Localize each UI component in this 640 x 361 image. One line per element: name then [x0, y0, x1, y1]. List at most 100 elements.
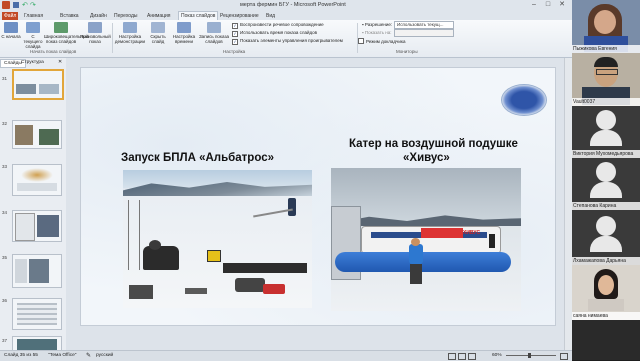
video-conference-panel: Пыжикова Евгения Vault0037 Виктория Мухо…: [572, 0, 640, 361]
media-controls-checkbox[interactable]: ✓ Показать элементы управления проигрыват…: [232, 38, 343, 45]
tab-design[interactable]: Дизайн: [88, 12, 109, 20]
participant-name: Лхамажапова Дарьяна: [572, 257, 640, 265]
timings-checkbox[interactable]: ✓ Использовать время показа слайдов: [232, 30, 317, 37]
hide-slide-label: Скрыть слайд: [150, 34, 166, 44]
slide-thumbnail[interactable]: [12, 210, 62, 242]
slideshow-current-icon: [26, 22, 40, 33]
normal-view-icon[interactable]: [448, 353, 456, 360]
participant-tile[interactable]: Виктория Мухомедьярова: [572, 106, 640, 159]
rehearse-timings-label: Настройка времени: [172, 34, 196, 44]
avatar-placeholder-icon: [596, 162, 616, 182]
language-indicator[interactable]: русский: [96, 353, 113, 358]
custom-show-button[interactable]: Произвольный показ: [80, 22, 111, 44]
tab-view[interactable]: Вид: [264, 12, 277, 20]
tab-outline[interactable]: Структура: [18, 59, 47, 66]
participant-name: Vault0037: [572, 98, 640, 106]
setup-show-button[interactable]: Настройка демонстрации: [114, 22, 146, 44]
minimize-button[interactable]: –: [528, 1, 540, 9]
university-logo-icon: [501, 84, 547, 116]
tab-insert[interactable]: Вставка: [58, 12, 81, 20]
slide-counter: Слайд 35 из 55: [4, 353, 38, 358]
tab-home[interactable]: Главная: [22, 12, 45, 20]
zoom-thumb[interactable]: [528, 353, 531, 358]
slide-thumbnail[interactable]: [12, 164, 62, 196]
slide-sorter-icon[interactable]: [458, 353, 466, 360]
rehearse-timings-icon: [177, 22, 191, 33]
resolution-label: ▪ Разрешение:: [362, 22, 393, 27]
custom-show-icon: [88, 22, 102, 33]
left-photo-heading: Запуск БПЛА «Альбатрос»: [121, 152, 274, 164]
zoom-level[interactable]: 60%: [492, 353, 502, 358]
right-photo-heading-line2: «Хивус»: [403, 152, 450, 164]
thumb-number: 36: [2, 298, 8, 303]
checkmark-icon: ✓: [232, 31, 238, 37]
reading-view-icon[interactable]: [468, 353, 476, 360]
thumb-number: 32: [2, 121, 8, 126]
narration-label: Воспроизвести речевое сопровождение: [240, 22, 324, 27]
ribbon-separator: [112, 23, 113, 53]
avatar-body: [590, 182, 622, 198]
avatar-body: [590, 130, 622, 146]
window-title: мерта фермин БГУ - Microsoft PowerPoint: [240, 2, 346, 8]
close-button[interactable]: ✕: [556, 1, 568, 9]
participant-name: саяна нимаева: [572, 312, 640, 320]
participant-tile[interactable]: Лхамажапова Дарьяна: [572, 210, 640, 266]
participant-name: Пыжикова Евгения: [572, 45, 640, 53]
resolution-dropdown[interactable]: Использовать текущ...: [394, 21, 454, 29]
slide-thumbnail[interactable]: [12, 69, 64, 100]
maximize-button[interactable]: □: [542, 1, 554, 9]
right-photo-heading-line1: Катер на воздушной подушке: [349, 138, 518, 150]
record-show-icon: [207, 22, 221, 33]
thumb-number: 37: [2, 338, 8, 343]
record-show-button[interactable]: Запись показа слайдов: [198, 22, 230, 44]
redo-icon[interactable]: ↷: [30, 1, 36, 9]
thumb-number: 33: [2, 164, 8, 169]
slideshow-start-icon: [4, 22, 18, 33]
show-on-dropdown[interactable]: [394, 29, 454, 37]
media-controls-label: Показать элементы управления проигрывате…: [240, 38, 343, 43]
from-beginning-button[interactable]: С начала: [0, 22, 22, 39]
avatar-body: [590, 236, 622, 252]
slide-thumbnail[interactable]: [12, 120, 62, 149]
tab-file[interactable]: Файл: [2, 12, 19, 20]
tab-transitions[interactable]: Переходы: [112, 12, 139, 20]
hovercraft-photo: ХИВУС: [331, 168, 521, 311]
participant-tile[interactable]: саяна нимаева: [572, 265, 640, 321]
checkmark-icon: ✓: [232, 39, 238, 45]
from-current-label: С текущего слайда: [23, 34, 43, 49]
rehearse-timings-button[interactable]: Настройка времени: [170, 22, 198, 44]
custom-show-label: Произвольный показ: [80, 34, 111, 44]
from-current-button[interactable]: С текущего слайда: [22, 22, 44, 49]
broadcast-button[interactable]: Широковещательный показ слайдов: [44, 22, 89, 44]
participant-name: Степанова Карина: [572, 202, 640, 210]
save-icon[interactable]: [13, 2, 19, 8]
close-panel-icon[interactable]: ✕: [58, 59, 62, 65]
hide-slide-button[interactable]: Скрыть слайд: [147, 22, 169, 44]
avatar-placeholder-icon: [596, 216, 616, 236]
slide-thumbnail[interactable]: [12, 298, 62, 330]
fit-to-window-icon[interactable]: [560, 353, 568, 360]
undo-icon[interactable]: ↶: [22, 1, 28, 9]
ribbon: С начала С текущего слайда Широковещател…: [0, 20, 572, 58]
presenter-view-label: Режим докладчика: [366, 39, 406, 44]
participant-tile-empty: [572, 320, 640, 361]
tab-slideshow[interactable]: Показ слайдов: [178, 11, 219, 20]
drone-launch-photo: [123, 170, 312, 308]
theme-name: "Тема Office": [48, 353, 77, 358]
hide-slide-icon: [151, 22, 165, 33]
participant-tile[interactable]: Пыжикова Евгения: [572, 0, 640, 54]
participant-tile[interactable]: Vault0037: [572, 53, 640, 107]
zoom-slider[interactable]: [506, 355, 556, 356]
narration-checkbox[interactable]: ✓ Воспроизвести речевое сопровождение: [232, 22, 324, 29]
tab-animation[interactable]: Анимация: [145, 12, 172, 20]
app-logo-icon[interactable]: [2, 1, 10, 9]
thumb-number: 34: [2, 210, 8, 215]
spellcheck-icon[interactable]: ✎: [86, 352, 91, 359]
slide-canvas[interactable]: Запуск БПЛА «Альбатрос» Катер на воздушн…: [80, 67, 556, 326]
participant-tile[interactable]: Степанова Карина: [572, 158, 640, 211]
timings-label: Использовать время показа слайдов: [240, 30, 318, 35]
slide-thumbnail[interactable]: [12, 254, 62, 288]
avatar-placeholder-icon: [596, 110, 616, 130]
presenter-view-checkbox[interactable]: Режим докладчика: [358, 38, 405, 44]
tab-review[interactable]: Рецензирование: [218, 12, 261, 20]
